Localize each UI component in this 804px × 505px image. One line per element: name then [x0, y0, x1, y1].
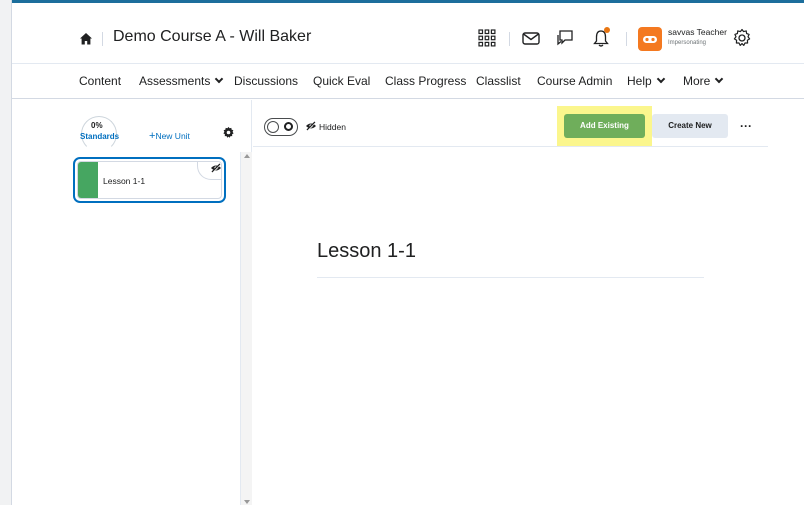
toolbar-divider: [253, 146, 768, 147]
nav-item-classlist[interactable]: Classlist: [476, 74, 521, 88]
sidebar-scrollbar[interactable]: [240, 152, 252, 505]
main-content: Hidden Add Existing Create New ··· Lesso…: [253, 100, 804, 505]
mail-icon[interactable]: [520, 27, 542, 49]
course-title[interactable]: Demo Course A - Will Baker: [113, 28, 311, 46]
unit-card-label: Lesson 1-1: [103, 176, 146, 186]
nav-item-help[interactable]: Help: [627, 74, 665, 88]
toggle-off-indicator: [284, 122, 293, 131]
left-edge-bar: [0, 0, 12, 505]
nav-item-assessments[interactable]: Assessments: [139, 74, 224, 88]
create-new-button[interactable]: Create New: [652, 114, 728, 138]
title-divider: [317, 277, 704, 278]
chat-icon[interactable]: [554, 27, 576, 49]
unit-card-corner: [197, 162, 222, 180]
unit-card-inner: Lesson 1-1: [77, 161, 222, 199]
nav-item-class-progress[interactable]: Class Progress: [385, 74, 466, 88]
nav-item-discussions[interactable]: Discussions: [234, 74, 298, 88]
avatar[interactable]: [638, 27, 662, 51]
mask-icon: [643, 36, 657, 43]
impersonating-label: Impersonating: [668, 40, 707, 46]
standards-link[interactable]: Standards: [80, 132, 119, 141]
user-name[interactable]: savvas Teacher: [668, 27, 727, 37]
hidden-eye-icon: [306, 121, 317, 131]
unit-color-bar: [78, 162, 98, 198]
gear-icon[interactable]: [222, 126, 235, 139]
scroll-up-arrow-icon[interactable]: [244, 154, 250, 158]
nav-item-content[interactable]: Content: [79, 74, 121, 88]
unit-card-lesson-1-1[interactable]: Lesson 1-1: [73, 157, 226, 203]
settings-icon[interactable]: [731, 27, 753, 49]
home-icon[interactable]: [78, 31, 94, 47]
nav-item-course-admin[interactable]: Course Admin: [537, 74, 612, 88]
chevron-down-icon: [715, 74, 724, 84]
chevron-down-icon: [215, 74, 224, 84]
lesson-title: Lesson 1-1: [317, 240, 416, 262]
toggle-knob: [267, 120, 279, 133]
header-separator: [626, 32, 627, 46]
nav-item-more[interactable]: More: [683, 74, 724, 88]
page: Demo Course A - Will Baker savvas Teache…: [0, 0, 804, 505]
standards-percent: 0%: [91, 121, 103, 130]
unit-sidebar: 0% Standards +New Unit Lesson 1-1: [12, 100, 252, 505]
header-separator: [102, 32, 103, 46]
scroll-down-arrow-icon[interactable]: [244, 500, 250, 504]
hidden-eye-icon[interactable]: [210, 163, 222, 173]
header-separator: [509, 32, 510, 46]
more-options-button[interactable]: ···: [740, 119, 752, 133]
visibility-toggle[interactable]: [264, 118, 298, 136]
new-unit-button[interactable]: +New Unit: [149, 130, 190, 142]
visibility-label: Hidden: [319, 122, 346, 132]
waffle-icon[interactable]: [476, 27, 498, 49]
course-header: Demo Course A - Will Baker savvas Teache…: [12, 3, 804, 63]
nav-item-quick-eval[interactable]: Quick Eval: [313, 74, 370, 88]
course-navbar: Content Assessments Discussions Quick Ev…: [12, 63, 804, 99]
notification-dot: [604, 27, 610, 33]
add-existing-button[interactable]: Add Existing: [564, 114, 645, 138]
chevron-down-icon: [656, 74, 665, 84]
